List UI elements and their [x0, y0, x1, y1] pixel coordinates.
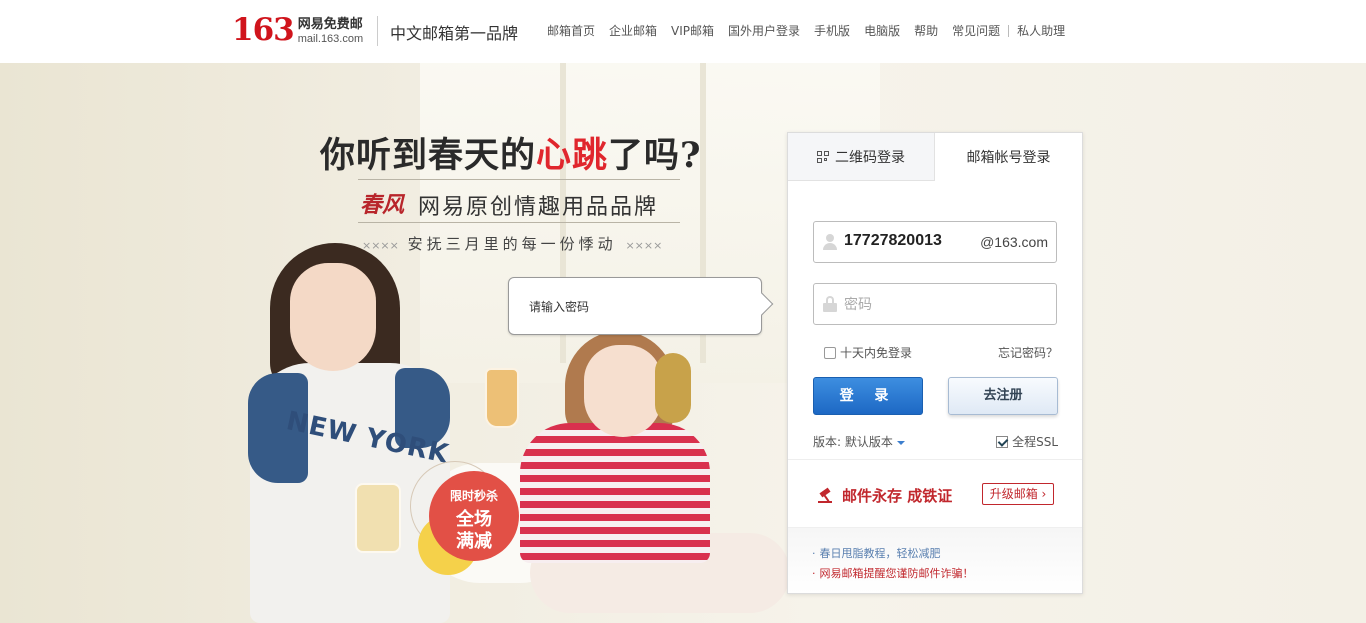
version-selector[interactable]: 版本: 默认版本 — [813, 433, 905, 450]
tooltip-text: 请输入密码 — [529, 300, 590, 314]
brand-logo: 春风 — [360, 192, 405, 218]
email-domain: @163.com — [980, 234, 1048, 250]
header-slogan: 中文邮箱第一品牌 — [390, 24, 519, 43]
girl-right-face — [584, 345, 662, 437]
tip-link[interactable]: · 春日甩脂教程，轻松减肥 — [812, 545, 941, 561]
logo-en: mail.163.com — [297, 33, 364, 45]
login-button[interactable]: 登 录 — [813, 377, 923, 415]
remember-checkbox[interactable] — [824, 346, 836, 359]
subline-text: 安抚三月里的每一份悸动 — [407, 235, 617, 253]
logo-cn: 网易免费邮 — [297, 17, 363, 32]
gavel-icon — [818, 487, 834, 503]
telephone — [655, 353, 691, 423]
qr-code-icon — [817, 150, 829, 163]
hero-headline: 你听到春天的心跳了吗? — [320, 127, 702, 178]
tab-account-label: 邮箱帐号登录 — [966, 150, 1051, 166]
nav-mobile[interactable]: 手机版 — [814, 22, 850, 39]
logo-text: 网易免费邮 mail.163.com — [298, 17, 363, 46]
promo-text: 邮件永存 成铁证 — [842, 487, 953, 505]
logo-number: 163 — [232, 12, 295, 48]
girl-left-face — [290, 263, 376, 371]
top-header: 163 网易免费邮 mail.163.com 中文邮箱第一品牌 邮箱首页 企业邮… — [0, 0, 1366, 63]
drink-cup — [485, 368, 519, 428]
tip2-text: 网易邮箱提醒您谨防邮件诈骗！ — [819, 567, 974, 580]
version-label: 版本: 默认版本 — [813, 435, 893, 449]
hero-subline: ×××× 安抚三月里的每一份悸动 ×××× — [362, 233, 662, 254]
nav-faq[interactable]: 常见问题 — [952, 22, 1000, 39]
subline-deco-right: ×××× — [625, 239, 663, 252]
headline-pre: 你听到春天的 — [320, 135, 537, 176]
promo-badge[interactable]: 限时秒杀 全场 满减 — [429, 471, 519, 561]
promo-line2: 满减 — [456, 531, 492, 552]
logo-divider — [377, 16, 378, 46]
tab-qr-label: 二维码登录 — [835, 149, 905, 166]
login-tabs: 二维码登录 邮箱帐号登录 — [788, 133, 1082, 181]
username-field[interactable]: 17727820013 @163.com — [813, 221, 1057, 263]
password-input[interactable] — [844, 293, 1044, 315]
nav-help[interactable]: 帮助 — [914, 22, 938, 39]
drink-cup — [355, 483, 401, 553]
nav-divider — [1008, 24, 1010, 37]
ssl-checkbox[interactable] — [996, 435, 1009, 448]
tab-account-login[interactable]: 邮箱帐号登录 — [935, 133, 1082, 181]
remember-me[interactable]: 十天内免登录 — [824, 344, 912, 361]
headline-red: 心跳 — [536, 135, 609, 176]
fraud-warning-link[interactable]: · 网易邮箱提醒您谨防邮件诈骗！ — [812, 565, 974, 581]
ssl-option[interactable]: 全程SSL — [996, 433, 1058, 450]
password-field[interactable] — [813, 283, 1057, 325]
password-tooltip: 请输入密码 — [508, 277, 774, 335]
user-icon — [823, 234, 837, 250]
nav-desktop[interactable]: 电脑版 — [864, 22, 900, 39]
forgot-password-link[interactable]: 忘记密码？ — [998, 344, 1058, 361]
logo[interactable]: 163 网易免费邮 mail.163.com — [232, 14, 363, 46]
headline-post: 了吗? — [608, 135, 702, 176]
top-nav: 邮箱首页 企业邮箱 VIP邮箱 国外用户登录 手机版 电脑版 帮助 常见问题 私… — [540, 22, 1072, 39]
girl-right-body — [520, 423, 710, 563]
chevron-down-icon — [896, 440, 905, 445]
nav-assistant[interactable]: 私人助理 — [1017, 22, 1065, 39]
upgrade-mailbox-button[interactable]: 升级邮箱 › — [982, 483, 1054, 505]
hero-banner[interactable]: 你听到春天的心跳了吗? 春风 网易原创情趣用品品牌 ×××× 安抚三月里的每一份… — [0, 63, 1366, 623]
tab-qr-login[interactable]: 二维码登录 — [788, 133, 935, 181]
panel-divider — [788, 459, 1082, 460]
register-button[interactable]: 去注册 — [948, 377, 1058, 415]
ssl-label: 全程SSL — [1012, 435, 1058, 449]
promo-small: 限时秒杀 — [449, 489, 498, 503]
remember-label: 十天内免登录 — [840, 346, 913, 360]
mail-archive-promo[interactable]: 邮件永存 成铁证 — [818, 485, 952, 506]
login-panel: 二维码登录 邮箱帐号登录 17727820013 @163.com 十天内免登录… — [787, 132, 1083, 594]
tip1-text: 春日甩脂教程，轻松减肥 — [819, 547, 941, 560]
nav-vip-mail[interactable]: VIP邮箱 — [671, 22, 714, 39]
subline-deco-left: ×××× — [362, 239, 399, 252]
brand-line: 春风 网易原创情趣用品品牌 — [358, 179, 680, 223]
nav-mail-home[interactable]: 邮箱首页 — [547, 22, 595, 39]
lock-icon — [823, 296, 837, 312]
nav-enterprise-mail[interactable]: 企业邮箱 — [609, 22, 657, 39]
nav-overseas-login[interactable]: 国外用户登录 — [728, 22, 800, 39]
brand-text: 网易原创情趣用品品牌 — [418, 195, 659, 220]
username-value[interactable]: 17727820013 — [844, 232, 942, 250]
